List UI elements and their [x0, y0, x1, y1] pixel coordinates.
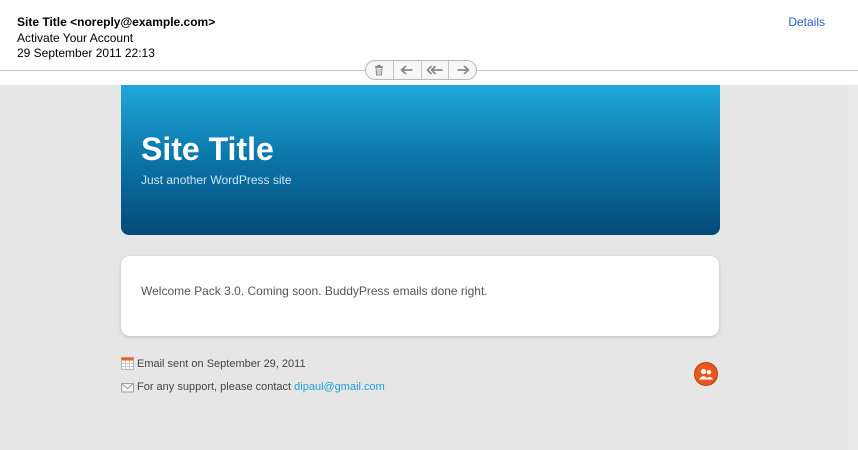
support-email-link[interactable]: dipaul@gmail.com [294, 381, 385, 393]
message-toolbar [365, 60, 477, 80]
delete-button[interactable] [366, 61, 394, 79]
forward-button[interactable] [449, 61, 476, 79]
sent-on-text: Email sent on September 29, 2011 [137, 357, 306, 370]
sent-on-line: Email sent on September 29, 2011 [121, 357, 306, 370]
forward-icon [457, 65, 470, 75]
site-header-banner: Site Title Just another WordPress site [121, 85, 720, 235]
site-title: Site Title [141, 131, 274, 167]
details-link[interactable]: Details [788, 15, 825, 29]
message-body: Welcome Pack 3.0. Coming soon. BuddyPres… [141, 284, 488, 298]
calendar-icon [121, 357, 134, 370]
reply-all-button[interactable] [422, 61, 450, 79]
users-icon [698, 368, 714, 380]
sent-date: 29 September 2011 22:13 [17, 46, 155, 60]
message-content-box: Welcome Pack 3.0. Coming soon. BuddyPres… [121, 256, 719, 336]
reply-all-icon [426, 65, 443, 75]
trash-icon [375, 64, 384, 76]
reply-icon [400, 65, 413, 75]
buddypress-logo [694, 362, 718, 386]
support-line: For any support, please contact dipaul@g… [121, 381, 385, 393]
scrollbar[interactable] [848, 85, 858, 450]
reply-button[interactable] [394, 61, 422, 79]
sender: Site Title <noreply@example.com> [17, 15, 216, 29]
support-text: For any support, please contact [137, 381, 295, 393]
site-tagline: Just another WordPress site [141, 173, 292, 187]
subject: Activate Your Account [17, 31, 134, 45]
envelope-icon [121, 382, 134, 392]
